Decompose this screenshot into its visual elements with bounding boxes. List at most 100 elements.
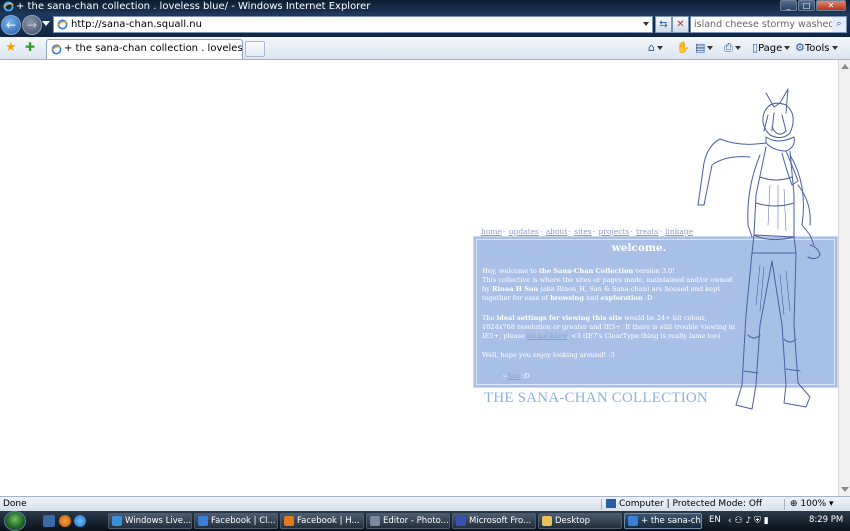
status-text: Done bbox=[3, 499, 27, 509]
taskbar-item[interactable]: Desktop bbox=[538, 513, 622, 529]
network-icon[interactable]: ⚇ bbox=[734, 516, 742, 526]
back-arrow-icon: ← bbox=[5, 18, 17, 32]
taskbar-item[interactable]: Microsoft Fro... bbox=[452, 513, 536, 529]
window-title: + the sana-chan collection . loveless bl… bbox=[16, 1, 371, 12]
internet-explorer-icon[interactable] bbox=[74, 515, 86, 527]
taskbar-item[interactable]: Facebook | Cl... bbox=[194, 513, 278, 529]
tab-active[interactable]: + the sana-chan collection . loveless bl… bbox=[46, 39, 243, 59]
print-button[interactable]: ⎙ bbox=[724, 41, 741, 56]
computer-icon bbox=[606, 499, 616, 508]
home-icon: ⌂ bbox=[648, 41, 655, 54]
status-divider bbox=[784, 499, 785, 510]
minimize-button[interactable]: _ bbox=[780, 0, 797, 11]
tab-label: + the sana-chan collection . loveless bl… bbox=[64, 43, 243, 54]
nav-treats[interactable]: treats bbox=[636, 227, 658, 236]
frontpage-icon bbox=[456, 516, 466, 526]
feeds-icon: ▤ bbox=[695, 41, 706, 54]
firefox-icon[interactable] bbox=[59, 515, 71, 527]
feeds-button[interactable]: ▤ bbox=[695, 41, 714, 56]
ie-logo-icon bbox=[3, 1, 14, 12]
back-button[interactable]: ← bbox=[1, 15, 21, 35]
start-button[interactable] bbox=[4, 511, 26, 531]
page-icon bbox=[57, 19, 68, 30]
nav-projects[interactable]: projects bbox=[598, 227, 629, 236]
search-icon[interactable]: ⌕ bbox=[832, 17, 846, 32]
tools-dropdown-icon bbox=[831, 46, 838, 50]
language-indicator[interactable]: EN bbox=[709, 513, 721, 527]
windows-live-icon bbox=[112, 516, 122, 526]
folder-icon bbox=[542, 516, 552, 526]
security-zone[interactable]: Computer | Protected Mode: Off bbox=[606, 497, 762, 511]
search-text: island cheese stormy washed rind> bbox=[694, 19, 846, 30]
tools-menu[interactable]: ⚙Tools bbox=[795, 41, 838, 56]
clock[interactable]: 8:29 PM bbox=[809, 513, 843, 527]
home-button[interactable]: ⌂ bbox=[648, 41, 663, 56]
maximize-button[interactable]: □ bbox=[798, 0, 815, 11]
tray-expand-icon[interactable]: ‹ bbox=[728, 516, 732, 526]
forward-button[interactable]: → bbox=[22, 15, 42, 35]
shield-icon[interactable]: ⛨ bbox=[754, 516, 761, 526]
taskbar: Windows Live... Facebook | Cl... Faceboo… bbox=[0, 511, 850, 531]
taskbar-item[interactable]: Facebook | H... bbox=[280, 513, 364, 529]
page-dropdown-icon bbox=[784, 46, 791, 50]
print-dropdown-icon[interactable] bbox=[734, 46, 741, 50]
collection-title: THE SANA-CHAN COLLECTION bbox=[484, 390, 708, 406]
new-tab-button[interactable] bbox=[245, 41, 265, 57]
tools-menu-label: Tools bbox=[804, 43, 830, 54]
site-nav: home· updates· about· sites· projects· t… bbox=[481, 227, 694, 236]
vertical-scrollbar[interactable] bbox=[838, 60, 850, 496]
zoom-icon: ⊕ bbox=[790, 499, 798, 509]
status-bar: Done Computer | Protected Mode: Off ⊕ 10… bbox=[0, 496, 850, 511]
page-content: home· updates· about· sites· projects· t… bbox=[0, 60, 838, 496]
forward-arrow-icon: → bbox=[26, 18, 38, 32]
system-tray: ‹ ⚇ ♪ ⛨ ▮ bbox=[728, 514, 769, 528]
taskbar-item[interactable]: Editor - Photo... bbox=[366, 513, 450, 529]
print-icon: ⎙ bbox=[724, 41, 733, 54]
stop-button[interactable]: ✕ bbox=[672, 16, 689, 33]
history-dropdown-icon[interactable] bbox=[42, 21, 50, 26]
feeds-dropdown-icon[interactable] bbox=[707, 46, 714, 50]
status-divider bbox=[601, 499, 602, 510]
signature: ~San :D bbox=[502, 372, 530, 380]
command-bar: ★ ✚ + the sana-chan collection . loveles… bbox=[0, 37, 850, 60]
address-dropdown-icon[interactable] bbox=[643, 22, 649, 26]
hand-button[interactable]: ✋ bbox=[676, 41, 690, 56]
title-bar: + the sana-chan collection . loveless bl… bbox=[0, 0, 850, 13]
nav-sites[interactable]: sites bbox=[574, 227, 592, 236]
gear-icon: ⚙ bbox=[795, 41, 805, 54]
contact-link[interactable]: let me know bbox=[527, 332, 567, 340]
close-button[interactable]: ✕ bbox=[816, 0, 846, 11]
address-row: ← → http://sana-chan.squall.nu ⇆ ✕ islan… bbox=[0, 13, 850, 37]
refresh-button[interactable]: ⇆ bbox=[655, 16, 672, 33]
zoom-level[interactable]: ⊕ 100% ▾ bbox=[790, 497, 834, 511]
scroll-down-icon[interactable] bbox=[841, 487, 849, 492]
ie-icon bbox=[198, 516, 208, 526]
page-menu-label: Page bbox=[758, 43, 783, 54]
search-field[interactable]: island cheese stormy washed rind> ⌕ bbox=[690, 16, 847, 33]
nav-linkage[interactable]: linkage bbox=[665, 227, 693, 236]
url-text: http://sana-chan.squall.nu bbox=[71, 19, 202, 30]
power-icon[interactable]: ▮ bbox=[764, 516, 769, 526]
nav-updates[interactable]: updates bbox=[509, 227, 539, 236]
home-dropdown-icon[interactable] bbox=[656, 46, 663, 50]
tab-page-icon bbox=[51, 44, 62, 55]
page-menu[interactable]: ▯Page bbox=[752, 41, 791, 56]
photo-editor-icon bbox=[370, 516, 380, 526]
show-desktop-icon[interactable] bbox=[43, 515, 55, 527]
taskbar-item-active[interactable]: + the sana-ch... bbox=[624, 513, 702, 529]
signature-link[interactable]: San bbox=[508, 372, 521, 380]
volume-icon[interactable]: ♪ bbox=[745, 516, 751, 526]
anime-character-illustration bbox=[697, 88, 821, 410]
welcome-heading: welcome. bbox=[611, 242, 667, 254]
scroll-up-icon[interactable] bbox=[841, 64, 849, 69]
nav-home[interactable]: home bbox=[481, 227, 502, 236]
add-favorite-icon[interactable]: ✚ bbox=[25, 40, 35, 54]
nav-about[interactable]: about bbox=[546, 227, 568, 236]
address-field[interactable]: http://sana-chan.squall.nu bbox=[53, 16, 653, 33]
favorites-star-icon[interactable]: ★ bbox=[5, 40, 17, 55]
hand-icon: ✋ bbox=[676, 41, 690, 54]
taskbar-item[interactable]: Windows Live... bbox=[108, 513, 192, 529]
stop-icon: ✕ bbox=[676, 19, 685, 30]
refresh-icon: ⇆ bbox=[659, 19, 668, 30]
ie-icon bbox=[628, 516, 638, 526]
